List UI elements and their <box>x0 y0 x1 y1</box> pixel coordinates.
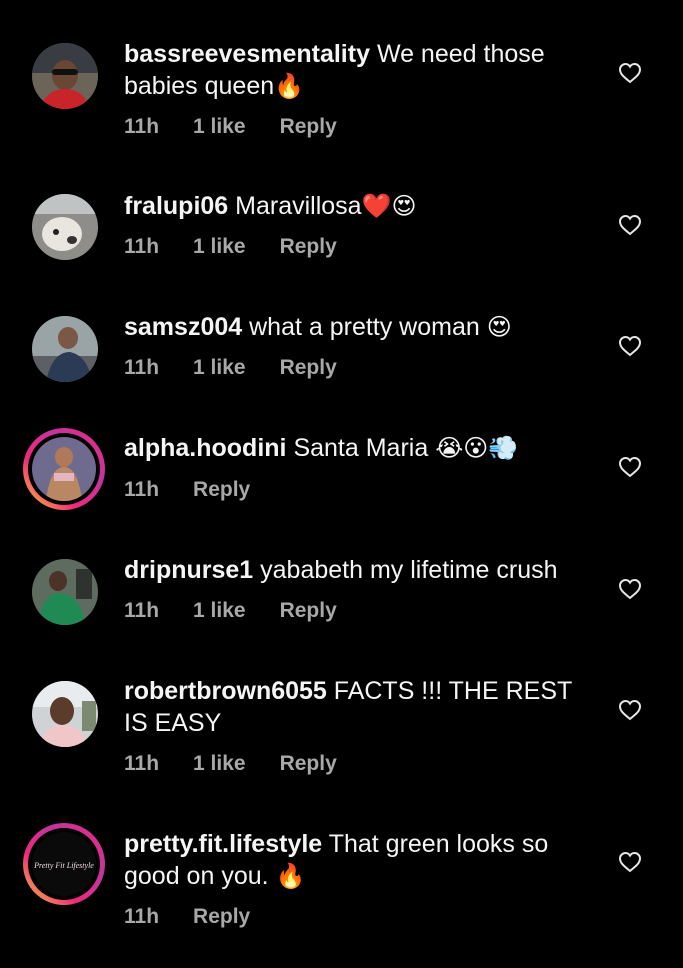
comment-body: Santa Maria <box>293 434 429 462</box>
reply-button[interactable]: Reply <box>193 905 250 928</box>
comment-text: bassreevesmentality We need those babies… <box>124 38 584 103</box>
comment-text: pretty.fit.lifestyle That green looks so… <box>124 828 584 893</box>
avatar[interactable] <box>32 681 98 747</box>
comment-meta: 11h Reply <box>124 905 284 929</box>
comment-meta: 11h 1 like Reply <box>124 115 371 139</box>
comment-text: alpha.hoodini Santa Maria 😭😮💨 <box>124 432 584 465</box>
comment-time: 11h <box>124 115 160 138</box>
comment-body: Maravillosa <box>235 192 362 220</box>
comment-username[interactable]: pretty.fit.lifestyle <box>124 830 322 858</box>
comment-emoji: 🔥 <box>274 73 305 100</box>
avatar-logo: Pretty Fit Lifestyle <box>32 832 96 896</box>
reply-button[interactable]: Reply <box>280 115 337 138</box>
reply-button[interactable]: Reply <box>280 235 337 258</box>
avatar-photo <box>32 437 96 501</box>
comment-username[interactable]: dripnurse1 <box>124 556 253 584</box>
comment-likes[interactable]: 1 like <box>193 356 246 379</box>
comment-meta: 11h 1 like Reply <box>124 752 371 776</box>
reply-button[interactable]: Reply <box>280 599 337 622</box>
comment-time: 11h <box>124 356 160 379</box>
like-heart-icon[interactable] <box>618 578 642 600</box>
comment-meta: 11h Reply <box>124 478 284 502</box>
avatar-photo <box>32 316 98 382</box>
comment-time: 11h <box>124 235 160 258</box>
avatar-photo <box>32 681 98 747</box>
comment-emoji: 🔥 <box>275 863 306 890</box>
avatar-story-ring[interactable]: Pretty Fit Lifestyle <box>23 823 105 905</box>
like-heart-icon[interactable] <box>618 699 642 721</box>
comment-text: robertbrown6055 FACTS !!! THE REST IS EA… <box>124 675 584 739</box>
comment-text: dripnurse1 yababeth my lifetime crush <box>124 554 584 586</box>
comment-time: 11h <box>124 478 160 501</box>
comment-text: fralupi06 Maravillosa❤️😍 <box>124 190 584 223</box>
like-heart-icon[interactable] <box>618 851 642 873</box>
comment-body: yababeth my lifetime crush <box>260 556 558 584</box>
avatar-photo <box>32 559 98 625</box>
comment-username[interactable]: samsz004 <box>124 313 242 341</box>
avatar[interactable] <box>32 316 98 382</box>
like-heart-icon[interactable] <box>618 62 642 84</box>
comment-body: what a pretty woman <box>249 313 480 341</box>
like-heart-icon[interactable] <box>618 456 642 478</box>
avatar <box>32 437 96 501</box>
comment-username[interactable]: alpha.hoodini <box>124 434 287 462</box>
avatar[interactable] <box>32 43 98 109</box>
avatar: Pretty Fit Lifestyle <box>32 832 96 896</box>
comment-time: 11h <box>124 752 160 775</box>
comment-meta: 11h 1 like Reply <box>124 235 371 259</box>
avatar-photo <box>32 43 98 109</box>
comment-time: 11h <box>124 599 160 622</box>
comment-emoji: 😭😮💨 <box>435 435 519 462</box>
avatar[interactable] <box>32 194 98 260</box>
comment-emoji: ❤️😍 <box>361 193 417 220</box>
like-heart-icon[interactable] <box>618 335 642 357</box>
comment-meta: 11h 1 like Reply <box>124 599 371 623</box>
reply-button[interactable]: Reply <box>193 478 250 501</box>
comment-emoji: 😍 <box>486 314 512 341</box>
comment-username[interactable]: bassreevesmentality <box>124 40 370 68</box>
avatar[interactable] <box>32 559 98 625</box>
reply-button[interactable]: Reply <box>280 356 337 379</box>
svg-text:Pretty Fit Lifestyle: Pretty Fit Lifestyle <box>33 861 94 870</box>
comment-likes[interactable]: 1 like <box>193 115 246 138</box>
avatar-photo <box>32 194 98 260</box>
comment-time: 11h <box>124 905 160 928</box>
comment-meta: 11h 1 like Reply <box>124 356 371 380</box>
comment-likes[interactable]: 1 like <box>193 599 246 622</box>
avatar-story-ring[interactable] <box>23 428 105 510</box>
comment-username[interactable]: fralupi06 <box>124 192 228 220</box>
like-heart-icon[interactable] <box>618 214 642 236</box>
comment-likes[interactable]: 1 like <box>193 752 246 775</box>
comment-likes[interactable]: 1 like <box>193 235 246 258</box>
comment-username[interactable]: robertbrown6055 <box>124 677 327 705</box>
reply-button[interactable]: Reply <box>280 752 337 775</box>
comment-text: samsz004 what a pretty woman 😍 <box>124 311 584 344</box>
